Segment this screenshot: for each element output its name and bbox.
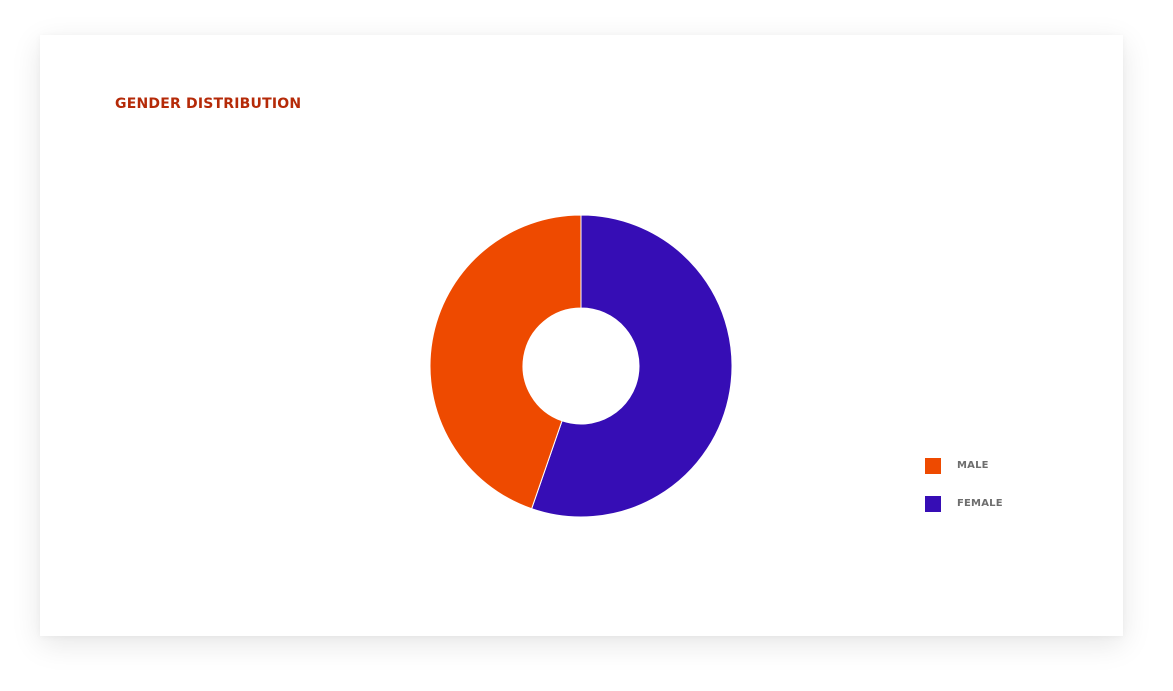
legend-label-female: FEMALE: [957, 498, 1003, 509]
legend-item-male[interactable]: MALE: [925, 458, 1065, 496]
legend-label-male: MALE: [957, 460, 989, 471]
donut-chart: [429, 214, 733, 518]
chart-card: GENDER DISTRIBUTION MALE FEMALE: [40, 35, 1123, 636]
legend-swatch-male: [925, 458, 941, 474]
legend-item-female[interactable]: FEMALE: [925, 496, 1065, 534]
chart-legend: MALE FEMALE: [925, 458, 1065, 534]
donut-slices: [429, 214, 733, 518]
legend-swatch-female: [925, 496, 941, 512]
